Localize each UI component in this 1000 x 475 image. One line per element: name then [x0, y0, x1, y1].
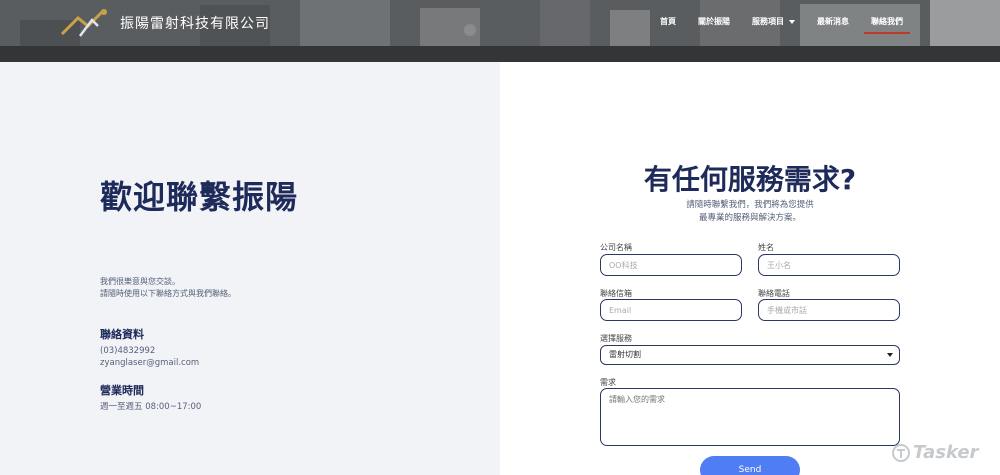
site-header: 振陽雷射科技有限公司 首頁 關於振陽 服務項目 最新消息 聯絡我們 [0, 0, 1000, 62]
form-subtitle-line-2: 最專業的服務與解決方案。 [698, 213, 801, 223]
intro-line-2: 請隨時使用以下聯絡方式與我們聯絡。 [100, 289, 236, 298]
welcome-heading: 歡迎聯繫振陽 [100, 178, 299, 216]
phone-input[interactable] [758, 299, 900, 321]
tasker-logo-icon [892, 443, 910, 462]
service-label: 選擇服務 [600, 334, 632, 343]
needs-label: 需求 [600, 378, 616, 387]
service-select[interactable]: 雷射切割 [600, 345, 900, 365]
company-logo-icon[interactable] [58, 6, 110, 42]
send-button[interactable]: Send [700, 456, 800, 475]
nav-item-about[interactable]: 關於振陽 [687, 16, 741, 27]
chevron-down-icon [887, 353, 893, 357]
contact-email[interactable]: zyanglaser@gmail.com [100, 357, 199, 370]
tasker-watermark: Tasker [892, 442, 978, 463]
hours-heading: 營業時間 [100, 384, 144, 397]
site-title[interactable]: 振陽雷射科技有限公司 [120, 13, 270, 33]
email-input[interactable] [600, 299, 742, 321]
form-title: 有任何服務需求? [643, 163, 857, 196]
email-label: 聯絡信箱 [600, 289, 632, 298]
nav-item-home[interactable]: 首頁 [649, 16, 687, 27]
intro-line-1: 我們很樂意與您交談。 [100, 277, 180, 286]
needs-textarea[interactable] [600, 388, 900, 446]
phone-label: 聯絡電話 [758, 289, 790, 298]
tasker-text: Tasker [913, 442, 979, 463]
form-subtitle-line-1: 請隨時聯繫我們，我們將為您提供 [686, 200, 814, 210]
nav-item-services-label: 服務項目 [752, 17, 784, 26]
header-shade [0, 46, 1000, 62]
service-select-value: 雷射切割 [609, 350, 641, 359]
nav-item-news[interactable]: 最新消息 [806, 16, 860, 27]
nav-item-contact[interactable]: 聯絡我們 [860, 16, 914, 34]
form-subtitle: 請隨時聯繫我們，我們將為您提供 最專業的服務與解決方案。 [500, 199, 1000, 225]
contact-heading: 聯絡資料 [100, 328, 144, 341]
contact-info-panel [0, 62, 500, 475]
main-nav: 首頁 關於振陽 服務項目 最新消息 聯絡我們 [649, 16, 914, 34]
business-hours: 週一至週五 08:00~17:00 [100, 402, 202, 412]
company-input[interactable] [600, 254, 742, 276]
nav-item-services[interactable]: 服務項目 [741, 16, 806, 27]
welcome-intro: 我們很樂意與您交談。 請隨時使用以下聯絡方式與我們聯絡。 [100, 276, 236, 300]
chevron-down-icon [789, 19, 795, 24]
name-input[interactable] [758, 254, 900, 276]
name-label: 姓名 [758, 243, 774, 252]
company-label: 公司名稱 [600, 243, 632, 252]
